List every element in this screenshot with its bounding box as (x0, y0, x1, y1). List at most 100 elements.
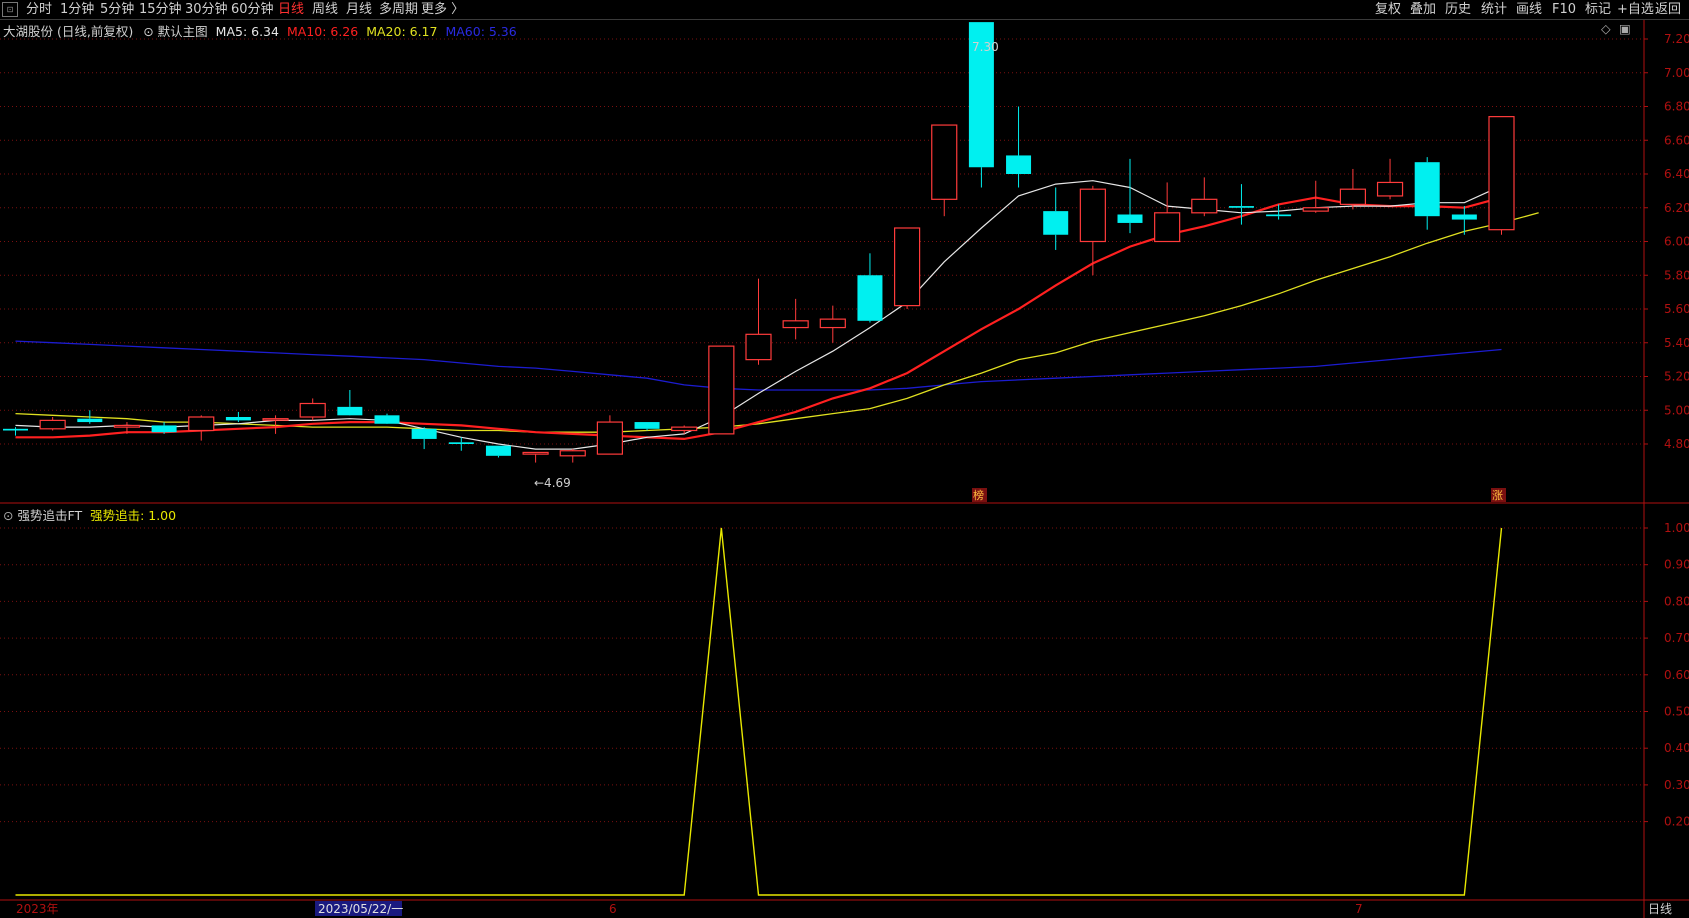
tab-multi-period[interactable]: 多周期 (379, 0, 418, 19)
indicator-tick-label: 0.50 (1664, 705, 1689, 719)
candle-body (1302, 207, 1329, 212)
period-toolbar: ⊡ 分时 1分钟 5分钟 15分钟 30分钟 60分钟 日线 周线 月线 多周期… (0, 0, 1689, 20)
indicator-polyline (15, 527, 1503, 896)
candle-body (337, 406, 363, 416)
tab-weekly[interactable]: 周线 (312, 0, 338, 19)
fuquan-button[interactable]: 复权 (1375, 0, 1401, 19)
price-tick-label: 5.40 (1664, 336, 1689, 350)
candle-body (559, 450, 586, 457)
tab-60min[interactable]: 60分钟 (231, 0, 274, 19)
candle-body (1376, 181, 1404, 197)
price-tick-label: 5.80 (1664, 268, 1689, 282)
indicator-tick-label: 0.90 (1664, 558, 1689, 572)
candle-body (39, 419, 66, 430)
time-label-june: 6 (609, 902, 617, 916)
candle-body (671, 426, 698, 432)
candle-body (1339, 188, 1367, 205)
price-tick-label: 7.20 (1664, 32, 1689, 46)
tab-1min[interactable]: 1分钟 (60, 0, 94, 19)
price-tick-label: 5.00 (1664, 403, 1689, 417)
history-button[interactable]: 历史 (1445, 0, 1471, 19)
candle-body (113, 424, 141, 428)
candle-body (857, 275, 883, 321)
candle-body (485, 445, 511, 456)
candle-body (374, 415, 400, 424)
tab-5min[interactable]: 5分钟 (100, 0, 134, 19)
price-tick-label: 6.40 (1664, 167, 1689, 181)
add-watchlist-button[interactable]: +自选 (1617, 0, 1654, 19)
candle-body (634, 422, 660, 429)
high-price-annotation: 7.30 (972, 40, 999, 54)
ma20-polyline (15, 212, 1539, 433)
indicator-tick-label: 0.40 (1664, 741, 1689, 755)
candle-body (1154, 212, 1181, 243)
zhang-marker[interactable]: 涨 (1492, 489, 1503, 502)
period-label[interactable]: 日线 (1648, 902, 1672, 916)
indicator-tick-label: 0.70 (1664, 631, 1689, 645)
price-tick-label: 6.00 (1664, 235, 1689, 249)
candle-body (3, 428, 28, 431)
price-tick-label: 4.80 (1664, 437, 1689, 451)
cursor-date-label: 2023/05/22/一 (318, 902, 403, 916)
price-tick-label: 5.60 (1664, 302, 1689, 316)
back-button[interactable]: 返回 (1655, 0, 1681, 19)
candle-body (262, 418, 289, 421)
price-tick-label: 6.80 (1664, 100, 1689, 114)
candle-body (1414, 162, 1440, 217)
candle-body (522, 451, 549, 455)
indicator-tick-label: 0.60 (1664, 668, 1689, 682)
time-label-year: 2023年 (16, 902, 59, 916)
candle-body (448, 442, 474, 444)
candle-body (1228, 206, 1254, 208)
candle-body (299, 402, 326, 418)
candlestick-series (3, 22, 1515, 463)
candle-body (745, 333, 772, 361)
candle-body (151, 425, 177, 433)
overlay-button[interactable]: 叠加 (1410, 0, 1436, 19)
candle-body (596, 421, 624, 455)
draw-line-button[interactable]: 画线 (1516, 0, 1542, 19)
f10-button[interactable]: F10 (1552, 0, 1576, 19)
price-tick-label: 5.20 (1664, 370, 1689, 384)
low-price-annotation: ←4.69 (534, 476, 571, 490)
candle-body (819, 318, 846, 329)
candle-body (188, 416, 215, 432)
bang-marker[interactable]: 榜 (973, 488, 984, 502)
chart-canvas[interactable]: 4.80 5.00 5.20 5.40 5.60 5.80 6.00 6.20 6.40 6.60… (0, 20, 1689, 918)
candle-body (782, 320, 809, 329)
candle-body (225, 417, 251, 421)
tab-more[interactable]: 更多 〉 (421, 0, 464, 19)
main-price-axis: 4.80 5.00 5.20 5.40 5.60 5.80 6.00 6.20 6.40 6.60… (1644, 32, 1689, 451)
mark-button[interactable]: 标记 (1585, 0, 1611, 19)
tab-fenshi[interactable]: 分时 (26, 0, 52, 19)
candle-body (1117, 214, 1143, 223)
candle-body (931, 124, 958, 200)
candle-body (77, 418, 103, 423)
candle-body (1266, 214, 1292, 217)
candle-body (1006, 155, 1032, 174)
chart-axes (0, 20, 1689, 918)
tab-30min[interactable]: 30分钟 (185, 0, 228, 19)
window-menu-icon[interactable]: ⊡ (2, 2, 18, 17)
indicator-gridlines (0, 527, 1644, 823)
ma20-line (15, 212, 1539, 433)
candle-body (411, 428, 437, 439)
price-tick-label: 7.00 (1664, 66, 1689, 80)
candle-body (1079, 188, 1106, 243)
candle-body (1191, 198, 1218, 214)
indicator-series (15, 527, 1503, 896)
indicator-tick-label: 0.20 (1664, 815, 1689, 829)
time-label-july: 7 (1355, 902, 1363, 916)
indicator-tick-label: 0.80 (1664, 594, 1689, 608)
indicator-axis: 0.20 0.30 0.40 0.50 0.60 0.70 0.80 0.90 1.00 (1644, 521, 1689, 829)
tab-15min[interactable]: 15分钟 (139, 0, 182, 19)
candle-body (1488, 116, 1515, 231)
stats-button[interactable]: 统计 (1481, 0, 1507, 19)
candle-body (893, 227, 921, 307)
price-tick-label: 6.60 (1664, 133, 1689, 147)
tab-daily[interactable]: 日线 (278, 0, 304, 19)
indicator-tick-label: 1.00 (1664, 521, 1689, 535)
tab-monthly[interactable]: 月线 (346, 0, 372, 19)
candle-body (708, 345, 735, 435)
main-gridlines (0, 38, 1644, 445)
